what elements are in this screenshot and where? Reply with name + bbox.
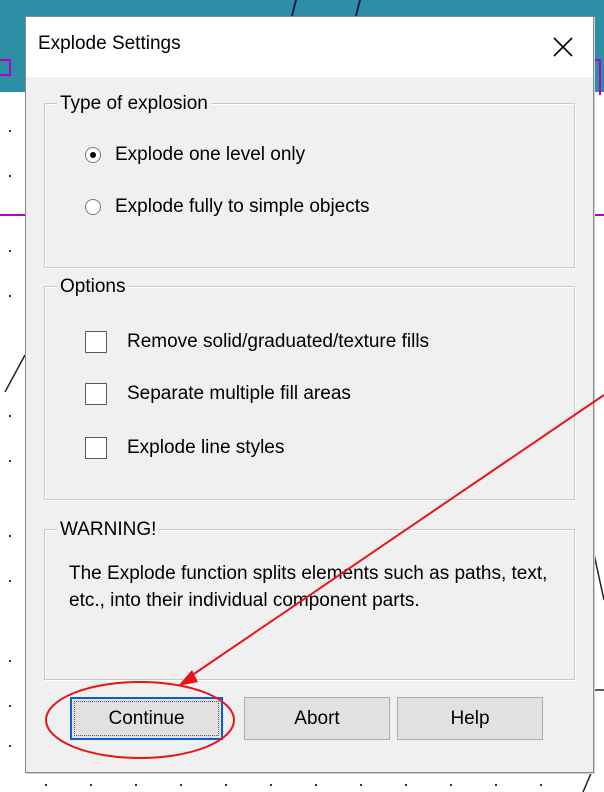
checkbox[interactable] (85, 331, 107, 353)
radio-label: Explode fully to simple objects (115, 196, 370, 217)
radio-button-selected[interactable] (85, 147, 101, 163)
warning-group: WARNING! The Explode function splits ele… (44, 517, 575, 680)
radio-dot-icon (90, 152, 96, 158)
close-button[interactable] (533, 17, 593, 77)
checkbox-label: Remove solid/graduated/texture fills (127, 331, 430, 352)
type-of-explosion-legend: Type of explosion (57, 91, 211, 117)
help-button[interactable]: Help (397, 697, 543, 740)
help-button-label: Help (450, 707, 490, 729)
checkbox-explode-line-styles[interactable]: Explode line styles (85, 437, 284, 459)
checkbox-remove-fills[interactable]: Remove solid/graduated/texture fills (85, 331, 429, 353)
title-bar[interactable]: Explode Settings (26, 17, 593, 77)
continue-button[interactable]: Continue (70, 697, 223, 740)
warning-text: The Explode function splits elements suc… (69, 563, 548, 611)
checkbox-separate-fill-areas[interactable]: Separate multiple fill areas (85, 383, 351, 405)
abort-button[interactable]: Abort (244, 697, 390, 740)
radio-explode-one-level[interactable]: Explode one level only (85, 144, 305, 166)
abort-button-label: Abort (294, 707, 340, 729)
dialog-title: Explode Settings (38, 33, 181, 54)
radio-button[interactable] (85, 199, 101, 215)
checkbox[interactable] (85, 437, 107, 459)
focus-rect (74, 701, 219, 736)
radio-label: Explode one level only (115, 144, 306, 165)
warning-legend: WARNING! (57, 517, 160, 543)
checkbox[interactable] (85, 383, 107, 405)
options-legend: Options (57, 274, 129, 300)
radio-explode-fully[interactable]: Explode fully to simple objects (85, 196, 370, 218)
close-icon (553, 37, 573, 57)
type-of-explosion-group: Type of explosion Explode one level only… (44, 91, 575, 268)
checkbox-label: Separate multiple fill areas (127, 383, 351, 404)
options-group: Options Remove solid/graduated/texture f… (44, 274, 575, 500)
explode-settings-dialog: Explode Settings Type of explosion Explo… (25, 16, 594, 773)
checkbox-label: Explode line styles (127, 437, 285, 458)
